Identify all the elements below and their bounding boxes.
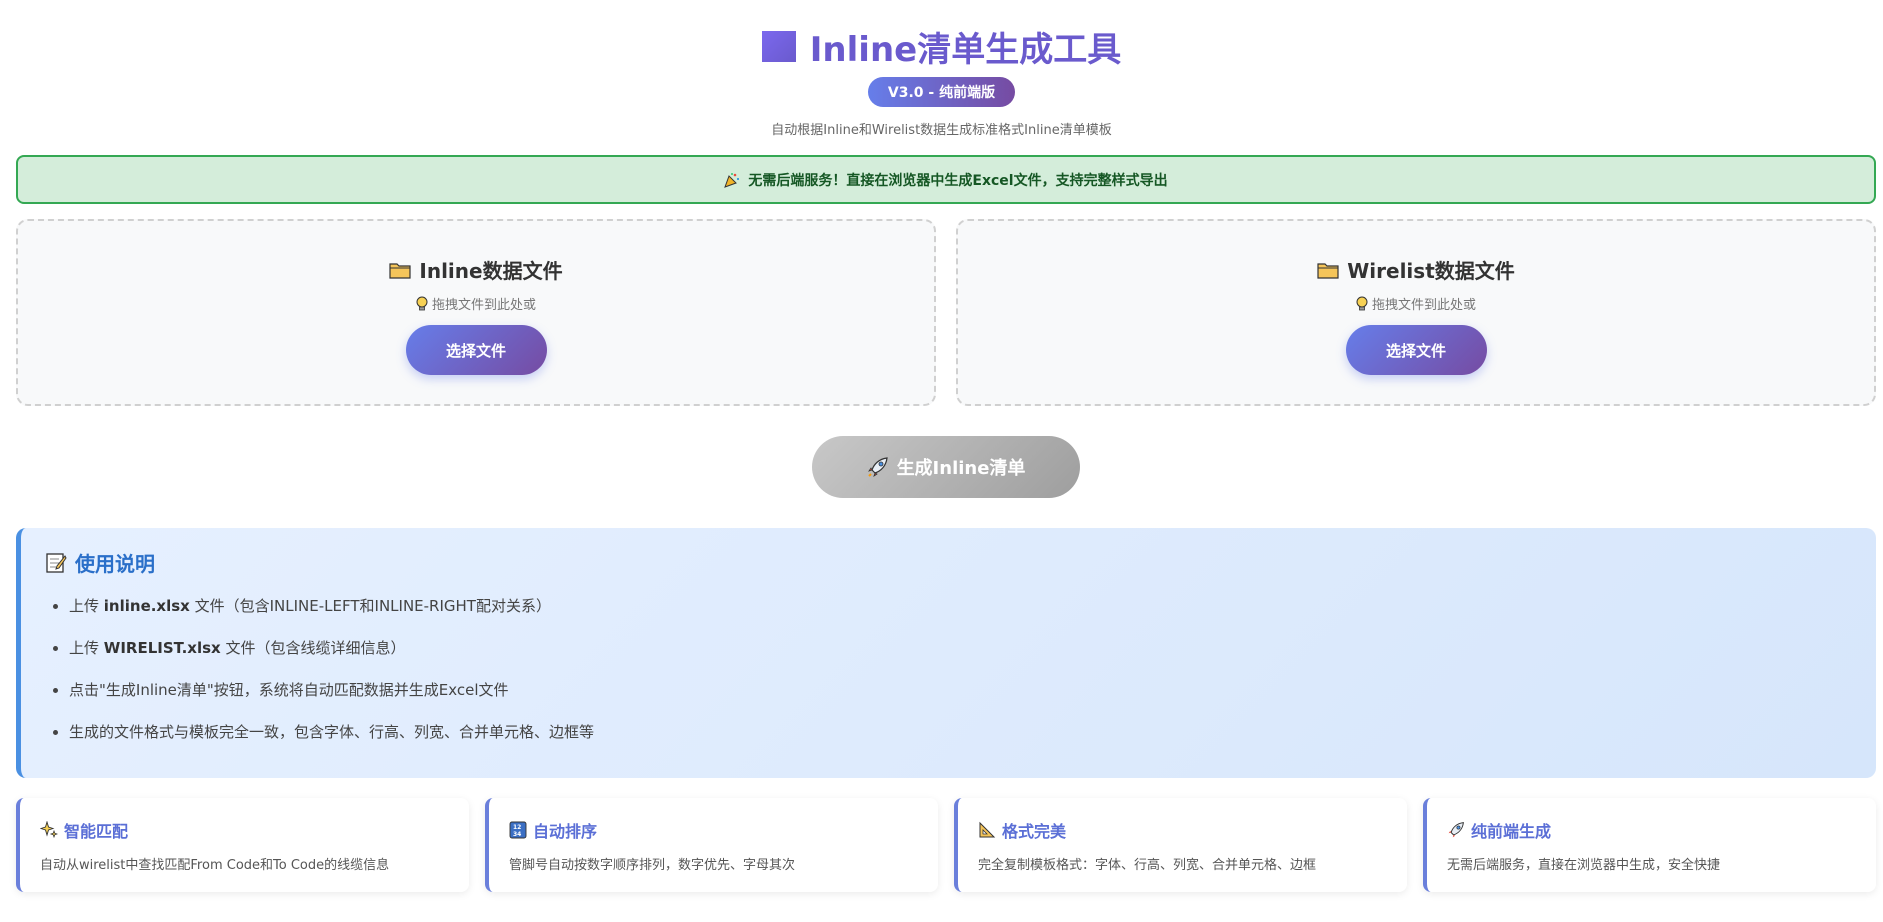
instructions-list: 上传 inline.xlsx 文件（包含INLINE-LEFT和INLINE-R… <box>45 595 1852 743</box>
sparkles-icon <box>40 821 58 839</box>
list-item: 上传 inline.xlsx 文件（包含INLINE-LEFT和INLINE-R… <box>69 595 1852 617</box>
upload-title: Inline数据文件 <box>389 255 563 284</box>
inline-select-file-button[interactable]: 选择文件 <box>405 325 547 375</box>
generate-button-label: 生成Inline清单 <box>896 458 1026 479</box>
folder-icon <box>389 261 411 279</box>
feature-card: 12 34 自动排序 管脚号自动按数字顺序排列，数字优先、字母其次 <box>485 798 938 892</box>
feature-title: 12 34 自动排序 <box>509 818 918 842</box>
instructions-panel: 使用说明 上传 inline.xlsx 文件（包含INLINE-LEFT和INL… <box>16 528 1876 778</box>
notice-banner: 无需后端服务！直接在浏览器中生成Excel文件，支持完整样式导出 <box>16 155 1876 204</box>
numbers-icon: 12 34 <box>509 821 527 839</box>
party-popper-icon <box>724 172 740 188</box>
upload-row: Inline数据文件 拖拽文件到此处或 选择文件 Wirelist数据文件 拖拽… <box>16 219 1876 406</box>
wirelist-upload-dropzone[interactable]: Wirelist数据文件 拖拽文件到此处或 选择文件 <box>956 219 1876 406</box>
rocket-icon <box>867 456 889 478</box>
feature-title: 智能匹配 <box>40 818 449 842</box>
inline-upload-dropzone[interactable]: Inline数据文件 拖拽文件到此处或 选择文件 <box>16 219 936 406</box>
header: Inline清单生成工具 V3.0 - 纯前端版 自动根据Inline和Wire… <box>0 0 1883 138</box>
feature-title: 格式完美 <box>978 818 1387 842</box>
logo-square-icon <box>761 31 796 62</box>
svg-text:34: 34 <box>513 831 521 838</box>
feature-desc: 完全复制模板格式：字体、行高、列宽、合并单元格、边框 <box>978 858 1317 873</box>
list-item: 上传 WIRELIST.xlsx 文件（包含线缆详细信息） <box>69 637 1852 659</box>
list-item: 生成的文件格式与模板完全一致，包含字体、行高、列宽、合并单元格、边框等 <box>69 721 1852 743</box>
page-title-text: Inline清单生成工具 <box>809 30 1122 70</box>
feature-desc: 自动从wirelist中查找匹配From Code和To Code的线缆信息 <box>40 858 390 873</box>
version-badge: V3.0 - 纯前端版 <box>867 77 1016 107</box>
notice-text: 无需后端服务！直接在浏览器中生成Excel文件，支持完整样式导出 <box>748 172 1168 189</box>
upload-hint: 拖拽文件到此处或 <box>1356 294 1476 313</box>
features-row: 智能匹配 自动从wirelist中查找匹配From Code和To Code的线… <box>16 798 1876 892</box>
feature-card: 格式完美 完全复制模板格式：字体、行高、列宽、合并单元格、边框 <box>954 798 1407 892</box>
upload-title: Wirelist数据文件 <box>1317 255 1515 284</box>
page-title: Inline清单生成工具 <box>761 22 1122 71</box>
list-item: 点击"生成Inline清单"按钮，系统将自动匹配数据并生成Excel文件 <box>69 679 1852 701</box>
triangle-ruler-icon <box>978 821 996 839</box>
memo-icon <box>45 552 67 574</box>
lightbulb-icon <box>416 296 428 312</box>
feature-card: 智能匹配 自动从wirelist中查找匹配From Code和To Code的线… <box>16 798 469 892</box>
rocket-icon <box>1447 821 1465 839</box>
page-subtitle: 自动根据Inline和Wirelist数据生成标准格式Inline清单模板 <box>771 123 1112 138</box>
feature-card: 纯前端生成 无需后端服务，直接在浏览器中生成，安全快捷 <box>1423 798 1876 892</box>
wirelist-select-file-button[interactable]: 选择文件 <box>1345 325 1487 375</box>
feature-title: 纯前端生成 <box>1447 818 1856 842</box>
svg-text:12: 12 <box>513 824 521 831</box>
feature-desc: 无需后端服务，直接在浏览器中生成，安全快捷 <box>1447 858 1721 873</box>
feature-desc: 管脚号自动按数字顺序排列，数字优先、字母其次 <box>509 858 796 873</box>
instructions-title: 使用说明 <box>45 548 1852 577</box>
upload-hint: 拖拽文件到此处或 <box>416 294 536 313</box>
generate-inline-button[interactable]: 生成Inline清单 <box>812 436 1080 498</box>
lightbulb-icon <box>1356 296 1368 312</box>
folder-icon <box>1317 261 1339 279</box>
